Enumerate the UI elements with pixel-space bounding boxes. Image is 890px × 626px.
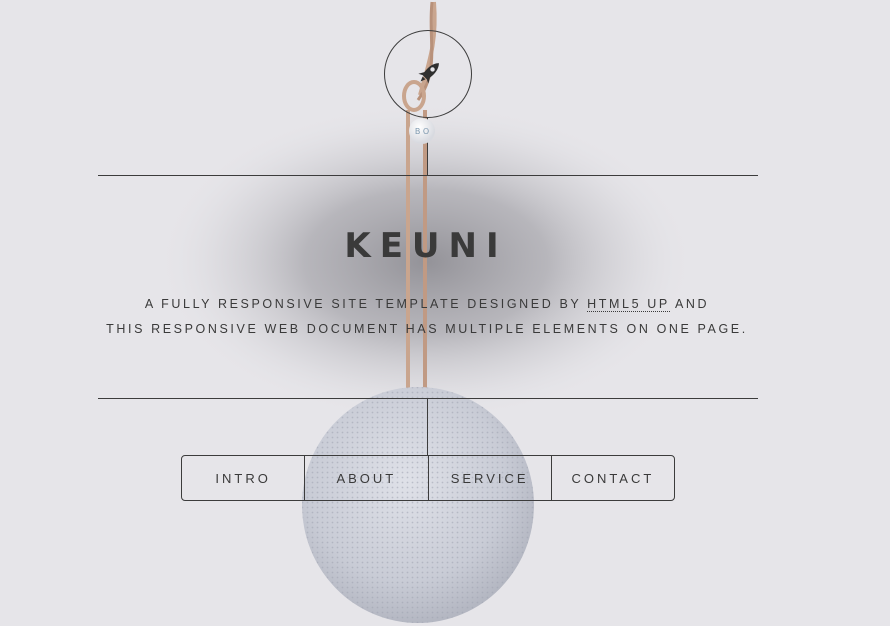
site-title: KEUNI [344,226,508,266]
main-nav: INTRO ABOUT SERVICE CONTACT [181,455,675,501]
nav-item-service[interactable]: SERVICE [427,456,551,500]
nav-item-intro[interactable]: INTRO [182,456,304,500]
divider-top [98,175,758,176]
logo[interactable] [384,30,472,118]
hero: B O KEUNI A FULLY RESPONSIVE SITE TEMPLA… [0,0,890,626]
nav-item-about[interactable]: ABOUT [304,456,427,500]
rocket-icon [418,63,439,84]
speaker-tag: B O [409,118,435,144]
connector-line-bottom [427,398,428,455]
speaker-tag-text: B O [415,127,429,136]
site-subtitle: A FULLY RESPONSIVE SITE TEMPLATE DESIGNE… [0,292,854,342]
subtitle-line-1: A FULLY RESPONSIVE SITE TEMPLATE DESIGNE… [0,292,854,317]
subtitle-text-pre: A FULLY RESPONSIVE SITE TEMPLATE DESIGNE… [144,297,582,311]
html5up-link[interactable]: HTML5 UP [587,297,670,312]
subtitle-text-post: AND [674,297,710,311]
divider-bottom [98,398,758,399]
nav-item-contact[interactable]: CONTACT [550,456,674,500]
subtitle-line-2: THIS RESPONSIVE WEB DOCUMENT HAS MULTIPL… [106,322,748,336]
